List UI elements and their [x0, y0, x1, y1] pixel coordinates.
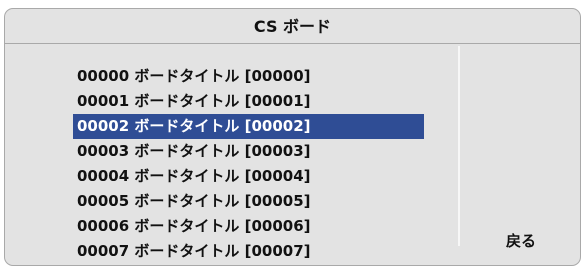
board-list-item[interactable]: 00001 ボードタイトル [00001]: [73, 89, 424, 114]
dialog-title: CS ボード: [253, 17, 332, 36]
board-list-item[interactable]: 00004 ボードタイトル [00004]: [73, 164, 424, 189]
board-list-item[interactable]: 00006 ボードタイトル [00006]: [73, 214, 424, 239]
board-list[interactable]: 00000 ボードタイトル [00000] 00001 ボードタイトル [000…: [73, 64, 433, 264]
board-list-item[interactable]: 00007 ボードタイトル [00007]: [73, 239, 424, 264]
list-scrollbar[interactable]: [458, 46, 460, 246]
board-list-item[interactable]: 00003 ボードタイトル [00003]: [73, 139, 424, 164]
back-button[interactable]: 戻る: [489, 229, 553, 253]
board-list-item[interactable]: 00005 ボードタイトル [00005]: [73, 189, 424, 214]
title-divider: [5, 43, 580, 44]
board-list-item[interactable]: 00000 ボードタイトル [00000]: [73, 64, 424, 89]
cs-board-dialog: CS ボード 00000 ボードタイトル [00000] 00001 ボードタイ…: [4, 8, 581, 266]
board-list-item-selected[interactable]: 00002 ボードタイトル [00002]: [73, 114, 424, 139]
